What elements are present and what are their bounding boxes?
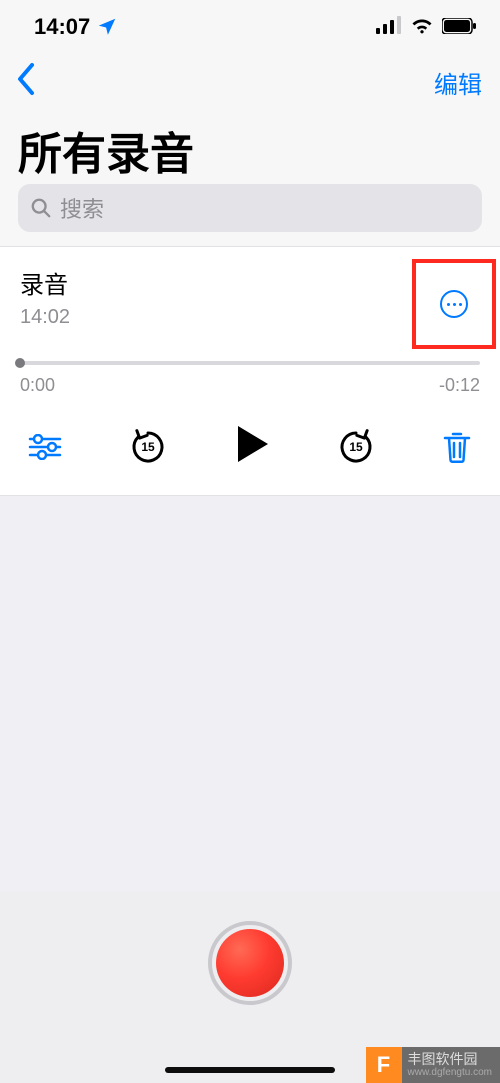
status-right	[376, 14, 476, 40]
record-button[interactable]	[208, 921, 292, 1005]
back-button[interactable]	[16, 62, 36, 103]
cellular-icon	[376, 14, 402, 40]
nav-bar: 编辑	[0, 54, 500, 110]
wifi-icon	[410, 14, 434, 40]
skip-back-label: 15	[141, 440, 154, 454]
time-elapsed: 0:00	[20, 375, 55, 396]
play-button[interactable]	[234, 424, 270, 469]
recording-subtitle: 14:02	[20, 306, 70, 329]
timeline-thumb[interactable]	[15, 358, 25, 368]
time-remaining: -0:12	[439, 375, 480, 396]
watermark: F 丰图软件园 www.dgfengtu.com	[366, 1047, 500, 1083]
search-input[interactable]: 搜索	[18, 184, 482, 232]
options-sliders-button[interactable]	[28, 434, 62, 460]
playback-controls: 15 15	[0, 396, 500, 473]
skip-forward-label: 15	[349, 440, 362, 454]
skip-forward-button[interactable]: 15	[336, 427, 376, 467]
more-options-button[interactable]	[440, 290, 468, 318]
location-icon	[96, 16, 118, 38]
search-area: 搜索	[0, 178, 500, 246]
search-placeholder: 搜索	[60, 192, 104, 224]
battery-icon	[442, 14, 476, 40]
search-icon	[30, 197, 52, 219]
record-button-inner	[216, 929, 284, 997]
timeline-track[interactable]	[20, 361, 480, 365]
skip-back-button[interactable]: 15	[128, 427, 168, 467]
recording-panel: 录音 14:02 0:00 -0:12 15 15	[0, 246, 500, 496]
playback-timeline[interactable]: 0:00 -0:12	[0, 349, 500, 396]
watermark-name: 丰图软件园	[408, 1052, 493, 1067]
recording-row[interactable]: 录音 14:02	[0, 247, 500, 349]
watermark-url: www.dgfengtu.com	[408, 1068, 493, 1078]
title-area: 所有录音	[0, 110, 500, 186]
recording-info: 录音 14:02	[20, 265, 70, 329]
delete-button[interactable]	[442, 430, 472, 464]
home-indicator[interactable]	[165, 1067, 335, 1073]
watermark-logo: F	[366, 1047, 402, 1083]
recording-title: 录音	[20, 265, 70, 300]
status-bar: 14:07	[0, 0, 500, 54]
more-highlight-box	[412, 259, 496, 349]
status-time: 14:07	[34, 14, 90, 40]
edit-button[interactable]: 编辑	[434, 65, 482, 100]
status-left: 14:07	[34, 14, 118, 40]
timeline-times: 0:00 -0:12	[20, 375, 480, 396]
page-title: 所有录音	[18, 118, 482, 182]
